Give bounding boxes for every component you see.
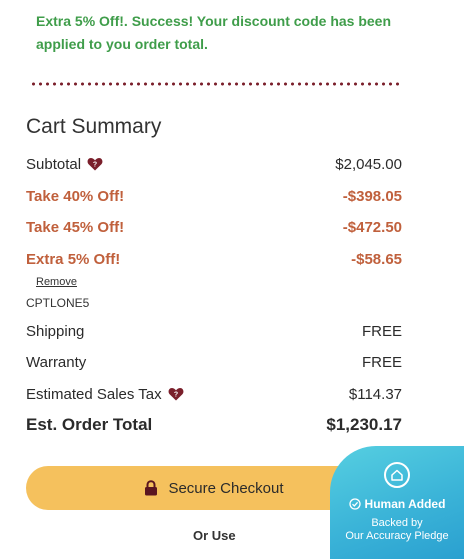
badge-headline: Human Added xyxy=(364,497,446,511)
badge-subtext: Backed by xyxy=(371,517,423,529)
dotted-divider xyxy=(30,82,402,86)
order-total-row: Est. Order Total $1,230.17 xyxy=(26,414,402,436)
warranty-label: Warranty xyxy=(26,353,87,371)
discount-value: -$58.65 xyxy=(351,250,402,268)
tax-value: $114.37 xyxy=(348,385,402,403)
success-message: Extra 5% Off!. Success! Your discount co… xyxy=(36,13,392,52)
secure-checkout-label: Secure Checkout xyxy=(168,479,284,497)
discount-row: Take 45% Off! -$472.50 xyxy=(26,216,402,238)
promo-code: CPTLONE5 xyxy=(26,296,90,310)
tax-row: Estimated Sales Tax ? $114.37 xyxy=(26,383,402,405)
info-heart-icon[interactable]: ? xyxy=(168,387,184,401)
info-heart-icon[interactable]: ? xyxy=(87,157,103,171)
discount-value: -$398.05 xyxy=(342,187,402,205)
discount-label: Take 40% Off! xyxy=(26,187,125,205)
order-total-label: Est. Order Total xyxy=(26,415,153,434)
remove-promo-link[interactable]: Remove xyxy=(36,276,77,288)
shipping-row: Shipping FREE xyxy=(26,320,402,342)
discount-row: Take 40% Off! -$398.05 xyxy=(26,185,402,207)
subtotal-value: $2,045.00 xyxy=(335,155,402,173)
discount-value: -$472.50 xyxy=(342,218,402,236)
shipping-label: Shipping xyxy=(26,322,85,340)
subtotal-row: Subtotal ? $2,045.00 xyxy=(26,153,402,175)
svg-text:?: ? xyxy=(173,391,177,398)
badge-subtext: Our Accuracy Pledge xyxy=(345,530,449,542)
subtotal-label: Subtotal xyxy=(26,155,82,173)
warranty-row: Warranty FREE xyxy=(26,351,402,373)
order-total-value: $1,230.17 xyxy=(326,415,402,434)
accuracy-pledge-badge[interactable]: Human Added Backed by Our Accuracy Pledg… xyxy=(330,446,464,559)
discount-row: Extra 5% Off! -$58.65 xyxy=(26,248,402,270)
discount-label: Extra 5% Off! xyxy=(26,250,121,268)
check-circle-icon xyxy=(348,498,361,510)
warranty-value: FREE xyxy=(361,353,402,371)
cart-summary-title: Cart Summary xyxy=(26,115,162,138)
lock-icon xyxy=(144,480,158,496)
tax-label: Estimated Sales Tax xyxy=(26,385,162,403)
or-use-label: Or Use xyxy=(193,528,236,543)
house-icon xyxy=(384,462,410,488)
discount-label: Take 45% Off! xyxy=(26,218,125,236)
shipping-value: FREE xyxy=(361,322,402,340)
svg-text:?: ? xyxy=(93,161,97,168)
